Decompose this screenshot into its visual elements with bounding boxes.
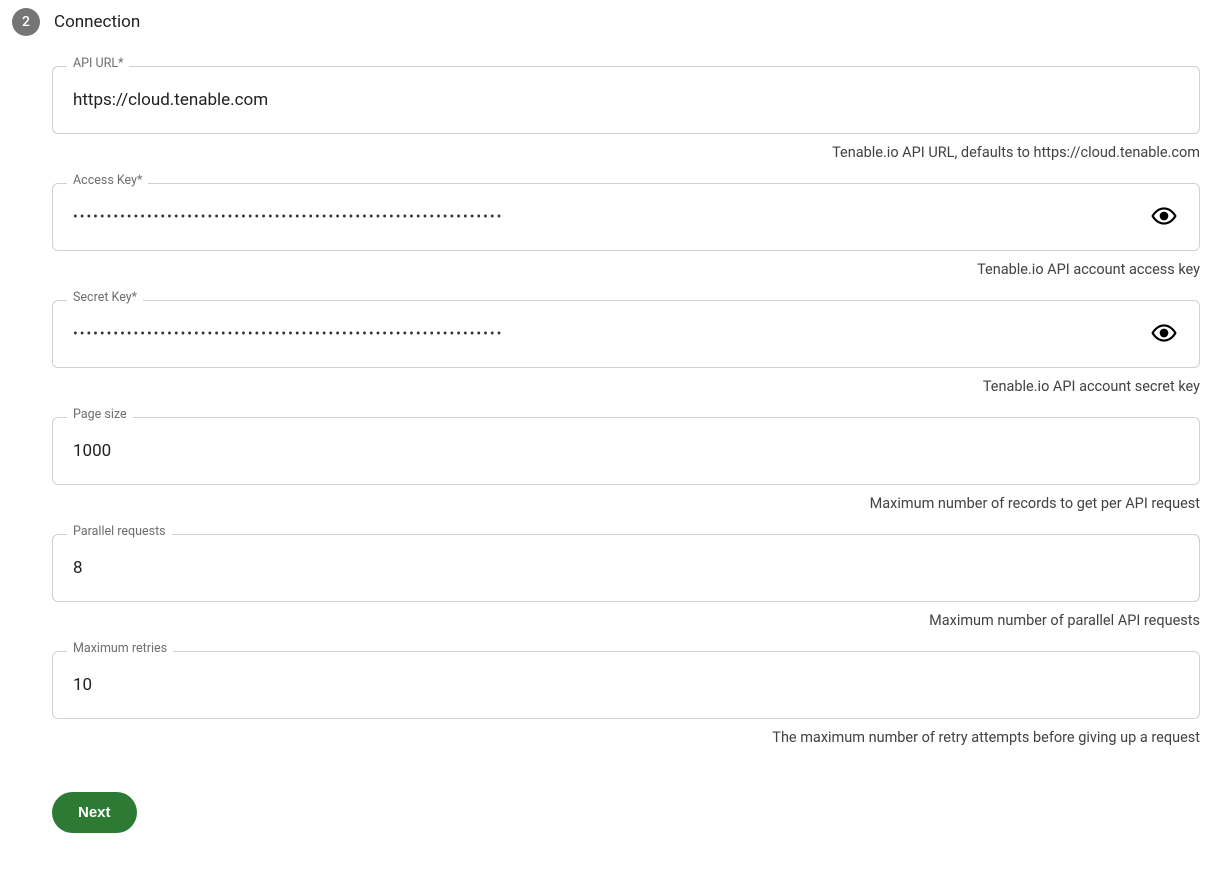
connection-form: API URL* Tenable.io API URL, defaults to… bbox=[52, 66, 1200, 833]
parallel-requests-input[interactable] bbox=[71, 557, 1181, 579]
secret-key-helper: Tenable.io API account secret key bbox=[52, 378, 1200, 395]
access-key-label: Access Key* bbox=[67, 175, 148, 188]
access-key-helper: Tenable.io API account access key bbox=[52, 261, 1200, 278]
max-retries-helper: The maximum number of retry attempts bef… bbox=[52, 729, 1200, 746]
parallel-requests-label: Parallel requests bbox=[67, 526, 172, 539]
access-key-wrapper: Access Key* bbox=[52, 183, 1200, 251]
step-number-badge: 2 bbox=[12, 8, 40, 36]
field-max-retries: Maximum retries The maximum number of re… bbox=[52, 651, 1200, 746]
max-retries-label: Maximum retries bbox=[67, 643, 173, 656]
secret-key-wrapper: Secret Key* bbox=[52, 300, 1200, 368]
api-url-wrapper: API URL* bbox=[52, 66, 1200, 134]
access-key-input[interactable] bbox=[71, 208, 1147, 226]
max-retries-wrapper: Maximum retries bbox=[52, 651, 1200, 719]
field-parallel-requests: Parallel requests Maximum number of para… bbox=[52, 534, 1200, 629]
secret-key-visibility-toggle[interactable] bbox=[1147, 316, 1181, 353]
form-actions: Next bbox=[52, 792, 1200, 833]
api-url-label: API URL* bbox=[67, 58, 129, 71]
max-retries-input[interactable] bbox=[71, 674, 1181, 696]
parallel-requests-wrapper: Parallel requests bbox=[52, 534, 1200, 602]
secret-key-label: Secret Key* bbox=[67, 292, 143, 305]
api-url-input[interactable] bbox=[71, 89, 1181, 111]
api-url-helper: Tenable.io API URL, defaults to https://… bbox=[52, 144, 1200, 161]
parallel-requests-helper: Maximum number of parallel API requests bbox=[52, 612, 1200, 629]
field-access-key: Access Key* Tenable.io API account acces… bbox=[52, 183, 1200, 278]
eye-icon bbox=[1151, 203, 1177, 232]
access-key-visibility-toggle[interactable] bbox=[1147, 199, 1181, 236]
next-button[interactable]: Next bbox=[52, 792, 137, 833]
step-header: 2 Connection bbox=[12, 8, 1212, 36]
page-size-input[interactable] bbox=[71, 440, 1181, 462]
eye-icon bbox=[1151, 320, 1177, 349]
field-secret-key: Secret Key* Tenable.io API account secre… bbox=[52, 300, 1200, 395]
page-size-label: Page size bbox=[67, 409, 133, 422]
step-title: Connection bbox=[54, 12, 140, 32]
page-size-wrapper: Page size bbox=[52, 417, 1200, 485]
field-page-size: Page size Maximum number of records to g… bbox=[52, 417, 1200, 512]
page-size-helper: Maximum number of records to get per API… bbox=[52, 495, 1200, 512]
field-api-url: API URL* Tenable.io API URL, defaults to… bbox=[52, 66, 1200, 161]
secret-key-input[interactable] bbox=[71, 325, 1147, 343]
